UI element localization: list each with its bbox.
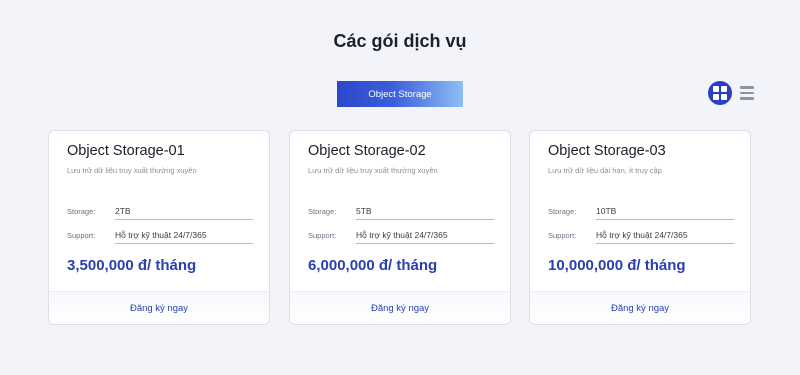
storage-label: Storage: <box>548 207 577 216</box>
support-value: Hỗ trợ kỹ thuật 24/7/365 <box>596 230 734 244</box>
card-footer: Đăng ký ngay <box>290 291 510 324</box>
plan-card: Object Storage-02 Lưu trữ dữ liệu truy x… <box>289 130 511 325</box>
plan-name: Object Storage-03 <box>548 143 666 159</box>
storage-value: 10TB <box>596 206 734 220</box>
storage-value: 5TB <box>356 206 494 220</box>
plan-price: 3,500,000 đ/ tháng <box>67 257 197 274</box>
plan-description: Lưu trữ dữ liệu dài hạn, ít truy cập <box>548 166 662 175</box>
storage-value: 2TB <box>115 206 253 220</box>
plan-price: 6,000,000 đ/ tháng <box>308 257 438 274</box>
plan-name: Object Storage-02 <box>308 143 426 159</box>
storage-label: Storage: <box>308 207 337 216</box>
support-value: Hỗ trợ kỹ thuật 24/7/365 <box>356 230 494 244</box>
register-button[interactable]: Đăng ký ngay <box>611 303 669 314</box>
tab-object-storage[interactable]: Object Storage <box>337 81 463 107</box>
grid-view-toggle[interactable] <box>708 81 732 105</box>
card-footer: Đăng ký ngay <box>530 291 750 324</box>
page-title: Các gói dịch vụ <box>333 31 467 51</box>
plan-name: Object Storage-01 <box>67 143 185 159</box>
plan-price: 10,000,000 đ/ tháng <box>548 257 686 274</box>
plan-card: Object Storage-03 Lưu trữ dữ liệu dài hạ… <box>529 130 751 325</box>
support-value: Hỗ trợ kỹ thuật 24/7/365 <box>115 230 253 244</box>
grid-view-icon <box>713 86 727 100</box>
plan-description: Lưu trữ dữ liệu truy xuất thường xuyên <box>308 166 438 175</box>
support-label: Support: <box>308 231 337 240</box>
list-view-icon[interactable] <box>740 81 756 105</box>
register-button[interactable]: Đăng ký ngay <box>130 303 188 314</box>
pricing-page: Các gói dịch vụ Object Storage Object St… <box>0 0 800 375</box>
support-label: Support: <box>67 231 96 240</box>
register-button[interactable]: Đăng ký ngay <box>371 303 429 314</box>
card-footer: Đăng ký ngay <box>49 291 269 324</box>
storage-label: Storage: <box>67 207 96 216</box>
plan-card: Object Storage-01 Lưu trữ dữ liệu truy x… <box>48 130 270 325</box>
plan-description: Lưu trữ dữ liệu truy xuất thường xuyên <box>67 166 197 175</box>
support-label: Support: <box>548 231 577 240</box>
